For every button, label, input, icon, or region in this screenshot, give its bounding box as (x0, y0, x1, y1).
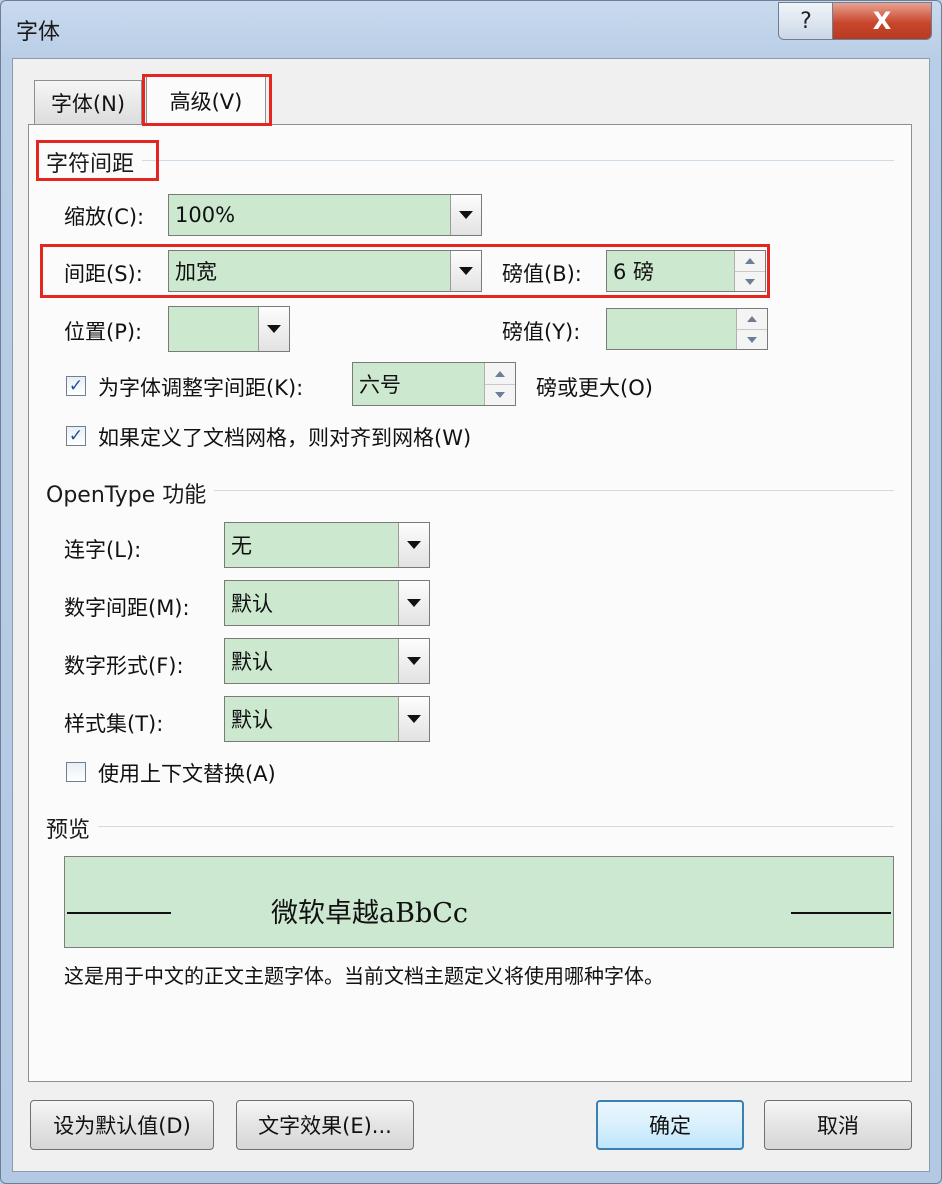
chevron-down-icon[interactable] (398, 581, 429, 625)
contextual-label: 使用上下文替换(A) (98, 762, 276, 786)
num-forms-value: 默认 (231, 650, 273, 674)
group-divider (46, 160, 894, 161)
kerning-spinner[interactable]: 六号 (352, 362, 516, 406)
position-label: 位置(P): (64, 320, 143, 344)
help-icon: ? (800, 8, 812, 34)
spin-up-icon[interactable] (485, 363, 515, 384)
preview-box: 微软卓越aBbCc (64, 856, 894, 948)
stylistic-select[interactable]: 默认 (224, 696, 430, 742)
preview-baseline-left (67, 912, 171, 914)
set-default-button[interactable]: 设为默认值(D) (30, 1100, 214, 1150)
num-spacing-label: 数字间距(M): (64, 596, 190, 620)
highlight-box-tab (142, 74, 272, 126)
chevron-down-icon[interactable] (398, 697, 429, 741)
scale-value: 100% (175, 203, 236, 227)
text-effects-label: 文字效果(E)... (258, 1114, 392, 1138)
preview-heading: 预览 (46, 812, 99, 844)
ligatures-label: 连字(L): (64, 538, 142, 562)
tab-font-label: 字体(N) (50, 91, 126, 116)
kerning-label: 为字体调整字间距(K): (98, 376, 304, 400)
spin-down-icon[interactable] (737, 329, 767, 349)
set-default-label: 设为默认值(D) (53, 1114, 191, 1138)
preview-description: 这是用于中文的正文主题字体。当前文档主题定义将使用哪种字体。 (64, 964, 664, 988)
contextual-checkbox[interactable]: ✓ (66, 762, 86, 782)
stylistic-value: 默认 (231, 708, 273, 732)
close-button[interactable]: X (832, 2, 932, 40)
num-forms-select[interactable]: 默认 (224, 638, 430, 684)
position-select[interactable] (168, 306, 290, 352)
kerning-suffix: 磅或更大(O) (536, 376, 653, 400)
text-effects-button[interactable]: 文字效果(E)... (236, 1100, 414, 1150)
checkmark-icon: ✓ (68, 426, 84, 446)
grid-label: 如果定义了文档网格，则对齐到网格(W) (98, 426, 472, 450)
highlight-box-spacing (40, 244, 770, 298)
ligatures-select[interactable]: 无 (224, 522, 430, 568)
kerning-checkbox[interactable]: ✓ (66, 376, 86, 396)
chevron-down-icon[interactable] (258, 307, 289, 351)
ok-label: 确定 (649, 1114, 691, 1138)
num-spacing-value: 默认 (231, 592, 273, 616)
num-spacing-select[interactable]: 默认 (224, 580, 430, 626)
preview-baseline-right (791, 912, 891, 914)
cancel-label: 取消 (817, 1114, 859, 1138)
chevron-down-icon[interactable] (398, 639, 429, 683)
highlight-box-heading (36, 140, 159, 181)
close-icon: X (872, 7, 892, 35)
preview-sample-text: 微软卓越aBbCc (271, 898, 469, 929)
position-by-label: 磅值(Y): (502, 320, 581, 344)
group-divider (46, 826, 894, 827)
grid-checkbox[interactable]: ✓ (66, 426, 86, 446)
chevron-down-icon[interactable] (450, 195, 481, 235)
checkmark-icon: ✓ (68, 376, 84, 396)
scale-label: 缩放(C): (64, 205, 145, 229)
stylistic-label: 样式集(T): (64, 712, 164, 736)
window-title: 字体 (16, 20, 61, 45)
ok-button[interactable]: 确定 (596, 1100, 744, 1150)
help-button[interactable]: ? (778, 2, 834, 40)
num-forms-label: 数字形式(F): (64, 654, 184, 678)
chevron-down-icon[interactable] (398, 523, 429, 567)
opentype-heading: OpenType 功能 (46, 477, 215, 509)
tab-font[interactable]: 字体(N) (34, 80, 142, 124)
spin-up-icon[interactable] (737, 309, 767, 329)
kerning-value: 六号 (359, 373, 401, 397)
position-by-spinner[interactable] (606, 308, 768, 350)
spin-down-icon[interactable] (485, 384, 515, 405)
cancel-button[interactable]: 取消 (764, 1100, 912, 1150)
ligatures-value: 无 (231, 534, 252, 558)
scale-select[interactable]: 100% (168, 194, 482, 236)
